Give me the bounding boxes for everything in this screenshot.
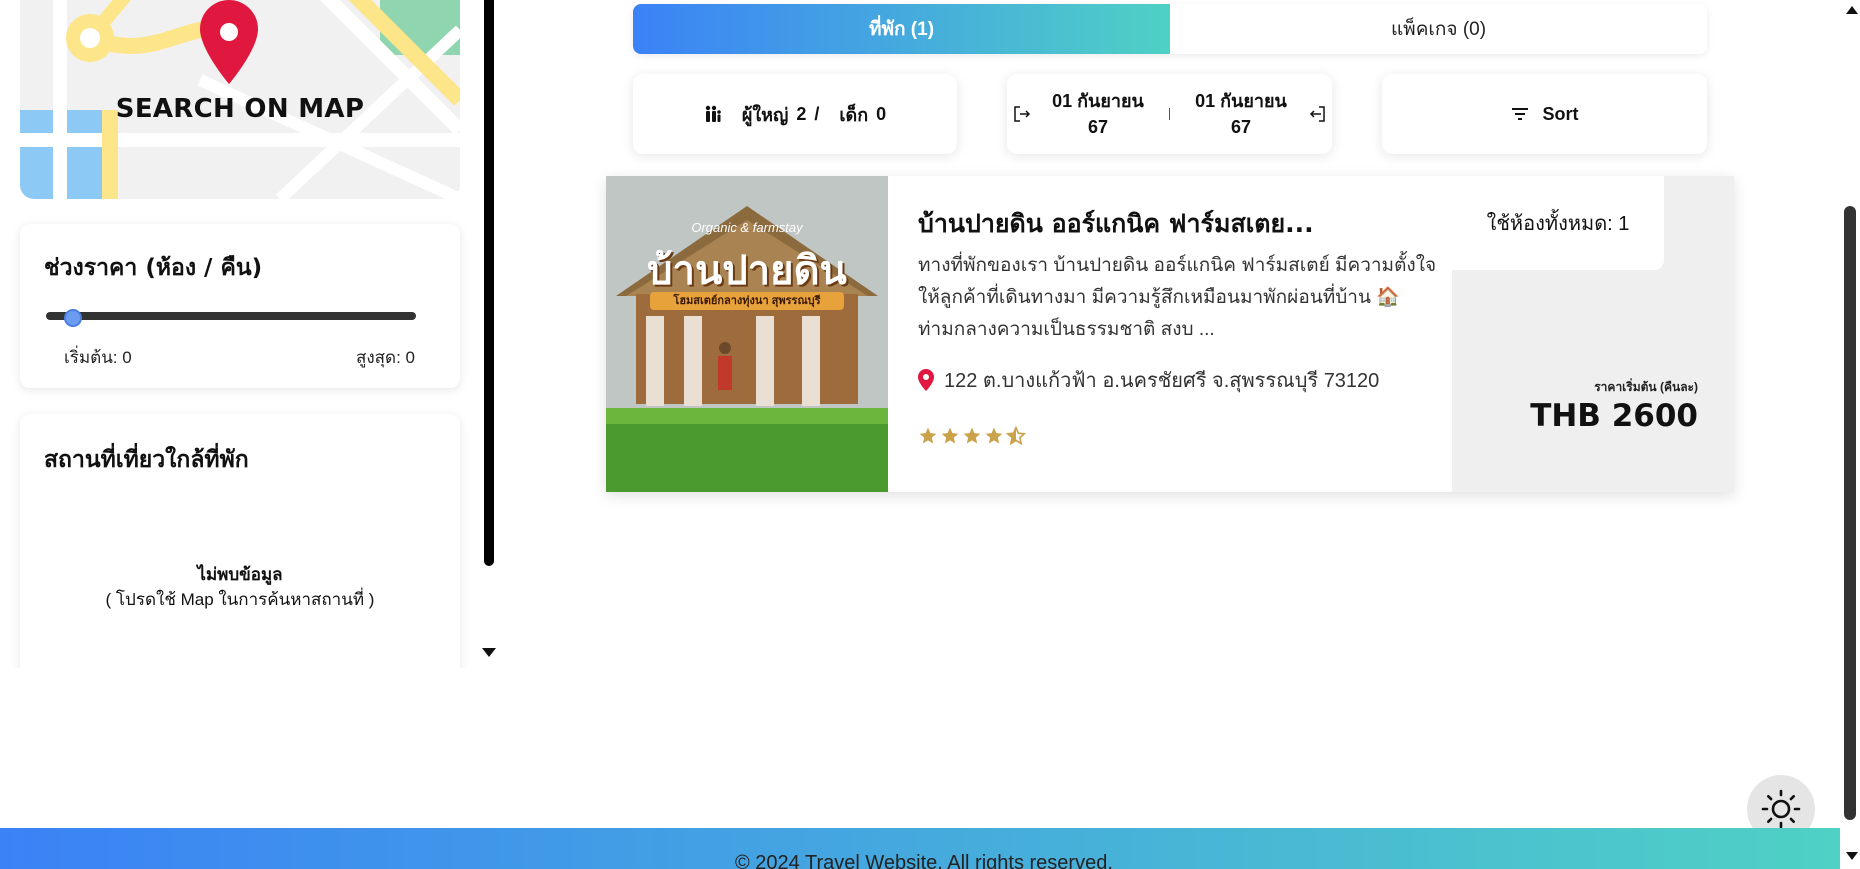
footer-copyright: © 2024 Travel Website. All rights reserv… bbox=[735, 852, 1113, 869]
date-range-selector[interactable]: 01 กันยายน 67 01 กันยายน 67 bbox=[1007, 74, 1332, 154]
tab-packages[interactable]: แพ็คเกจ (0) bbox=[1170, 4, 1707, 54]
logout-icon bbox=[1308, 105, 1326, 123]
star-icon bbox=[985, 427, 1003, 444]
sidebar-scroll-down-arrow[interactable] bbox=[482, 648, 496, 657]
adults-count: 2 bbox=[796, 103, 807, 124]
children-label: เด็ก bbox=[839, 104, 869, 125]
sidebar-scrollbar[interactable] bbox=[484, 0, 494, 566]
price-caption: ราคาเริ่มต้น (คืนละ) bbox=[1594, 380, 1698, 394]
nearby-empty-hint: ( โปรดใช้ Map ในการค้นหาสถานที่ ) bbox=[105, 590, 375, 609]
guests-selector[interactable]: ผู้ใหญ่ 2 / เด็ก 0 bbox=[633, 74, 957, 154]
login-icon bbox=[1013, 105, 1031, 123]
sort-label: Sort bbox=[1542, 103, 1579, 124]
half-star-icon bbox=[1006, 426, 1026, 446]
price-max-label: สูงสุด: 0 bbox=[356, 348, 415, 367]
price-amount: THB 2600 bbox=[1530, 398, 1698, 434]
tab-accommodation[interactable]: ที่พัก (1) bbox=[633, 4, 1170, 54]
page-scrollbar-thumb[interactable] bbox=[1844, 206, 1856, 820]
listing-description: ทางที่พักของเรา บ้านปายดิน ออร์แกนิค ฟาร… bbox=[918, 255, 1437, 340]
guests-separator: / bbox=[814, 103, 820, 124]
listing-address: 122 ต.บางแก้วฟ้า อ.นครชัยศรี จ.สุพรรณบุร… bbox=[918, 364, 1379, 396]
footer: © 2024 Travel Website. All rights reserv… bbox=[0, 828, 1840, 869]
nearby-empty-state: ไม่พบข้อมูล ( โปรดใช้ Map ในการค้นหาสถาน… bbox=[20, 562, 460, 612]
checkin-date[interactable]: 01 กันยายน 67 bbox=[1043, 88, 1153, 140]
search-on-map-label: SEARCH ON MAP bbox=[115, 94, 365, 124]
rooms-available: ใช้ห้องทั้งหมด: 1 bbox=[1452, 176, 1664, 270]
image-tagline: โฮมสเตย์กลางทุ่งนา สุพรรณบุรี bbox=[650, 292, 844, 310]
date-divider bbox=[1169, 108, 1170, 120]
checkin-year: 67 bbox=[1087, 117, 1109, 137]
nearby-attractions-title: สถานที่เที่ยวใกล้ที่พัก bbox=[44, 447, 249, 473]
listing-image[interactable]: Organic & farmstay บ้านปายดิน โฮมสเตย์กล… bbox=[606, 176, 888, 492]
page-scroll-up-arrow[interactable] bbox=[1846, 6, 1858, 14]
result-tabs: ที่พัก (1) แพ็คเกจ (0) bbox=[633, 4, 1707, 54]
price-range-slider-thumb[interactable] bbox=[64, 309, 82, 327]
checkout-day-month: 01 กันยายน bbox=[1195, 91, 1287, 111]
sidebar: SEARCH ON MAP ช่วงราคา (ห้อง / คืน) เริ่… bbox=[0, 0, 480, 668]
price-min-label: เริ่มต้น: 0 bbox=[64, 348, 132, 367]
adults-label: ผู้ใหญ่ bbox=[741, 104, 789, 125]
page-scroll-down-arrow[interactable] bbox=[1846, 852, 1858, 860]
checkout-date[interactable]: 01 กันยายน 67 bbox=[1186, 88, 1296, 140]
listing-card[interactable]: Organic & farmstay บ้านปายดิน โฮมสเตย์กล… bbox=[606, 176, 1734, 492]
image-subtitle: Organic & farmstay bbox=[691, 220, 803, 235]
star-icon bbox=[941, 427, 959, 444]
listing-title[interactable]: บ้านปายดิน ออร์แกนิค ฟาร์มสเตย... bbox=[918, 204, 1314, 244]
nearby-attractions-card: สถานที่เที่ยวใกล้ที่พัก ไม่พบข้อมูล ( โป… bbox=[20, 414, 460, 668]
search-on-map-card[interactable]: SEARCH ON MAP bbox=[20, 0, 460, 199]
listing-address-text: 122 ต.บางแก้วฟ้า อ.นครชัยศรี จ.สุพรรณบุร… bbox=[944, 370, 1380, 392]
listing-rating bbox=[918, 426, 1026, 446]
sort-button[interactable]: Sort bbox=[1382, 74, 1707, 154]
star-icon bbox=[919, 427, 937, 444]
children-count: 0 bbox=[876, 103, 887, 124]
checkin-day-month: 01 กันยายน bbox=[1052, 91, 1144, 111]
price-panel: ใช้ห้องทั้งหมด: 1 ราคาเริ่มต้น (คืนละ) T… bbox=[1452, 176, 1734, 492]
checkout-year: 67 bbox=[1230, 117, 1252, 137]
price-range-slider-track[interactable] bbox=[46, 312, 416, 320]
location-pin-icon bbox=[918, 369, 934, 391]
star-icon bbox=[963, 427, 981, 444]
sun-icon bbox=[1761, 789, 1801, 829]
price-range-title: ช่วงราคา (ห้อง / คืน) bbox=[44, 255, 263, 281]
filter-icon bbox=[1511, 107, 1529, 121]
people-icon bbox=[704, 105, 722, 123]
nearby-empty-title: ไม่พบข้อมูล bbox=[197, 565, 283, 584]
